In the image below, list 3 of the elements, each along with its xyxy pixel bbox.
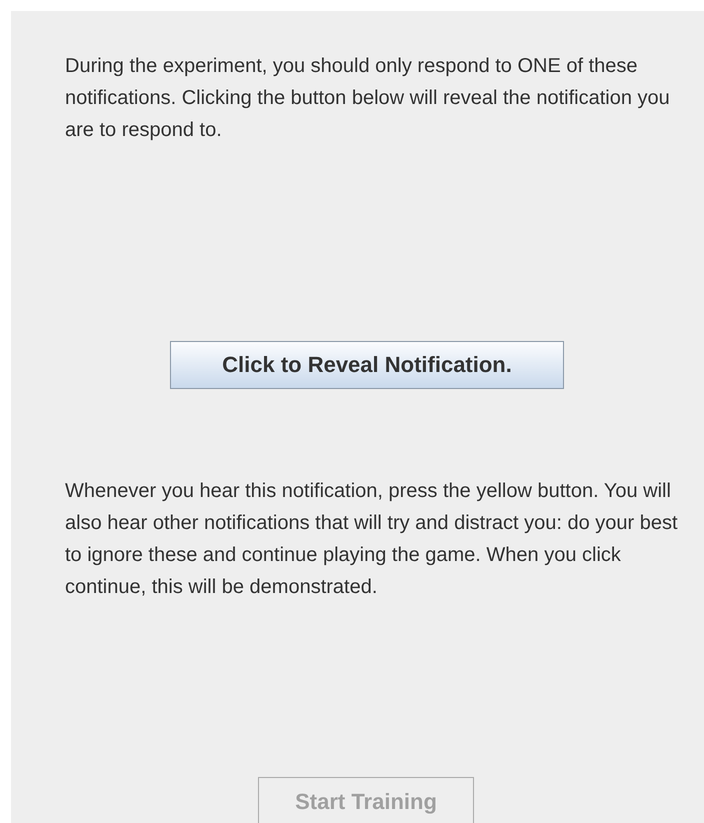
intro-text: During the experiment, you should only respond to ONE of these notifications. Clicking the button below will reveal the notification you are to respond to. bbox=[64, 54, 671, 143]
reveal-notification-button[interactable]: Click to Reveal Notification. bbox=[170, 341, 564, 389]
instructions-text: Whenever you hear this notification, press the yellow button. You will also hear other notifications that will try and distract you: do your best to ignore these and continue playing the game. When you click continue, this will be demonstrated. bbox=[64, 479, 679, 600]
